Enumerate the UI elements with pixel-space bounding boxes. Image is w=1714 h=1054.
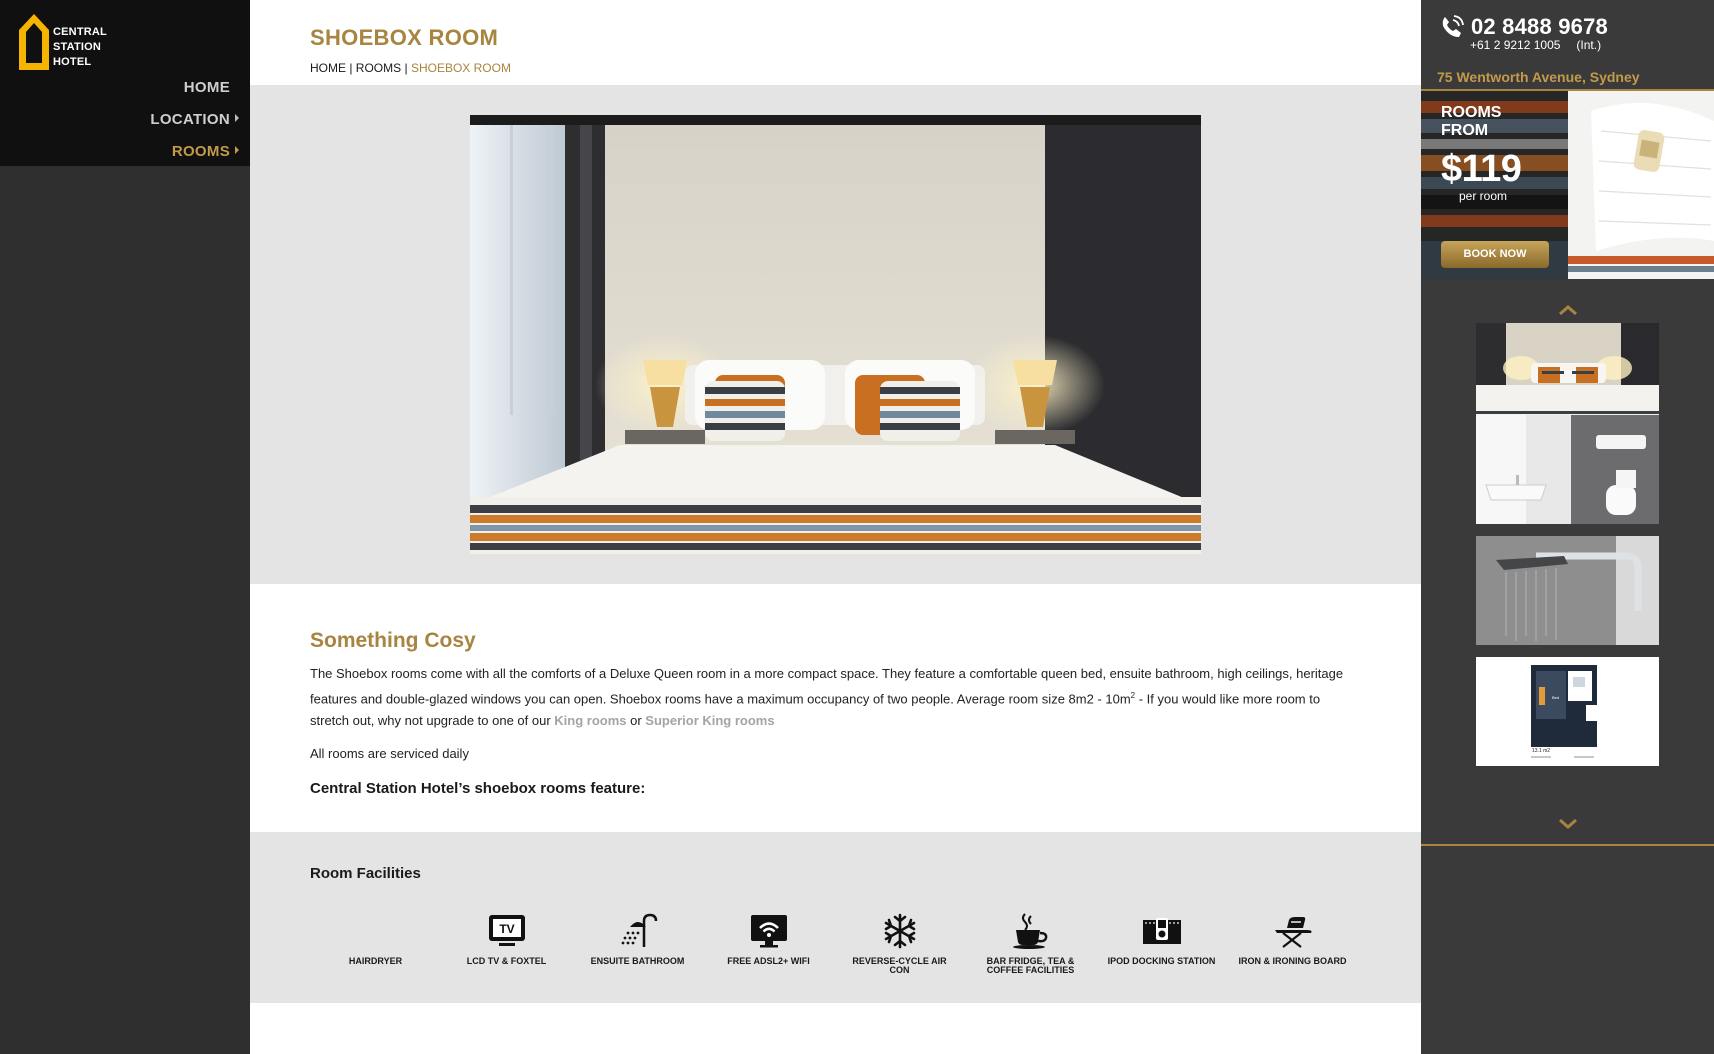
snowflake-icon xyxy=(834,907,965,955)
book-now-button[interactable]: BOOK NOW xyxy=(1441,241,1549,268)
price: $119 xyxy=(1441,148,1522,190)
rooms-from-label: ROOMS FROM xyxy=(1441,104,1502,139)
chevron-down-icon xyxy=(1559,818,1577,829)
serviced-note: All rooms are serviced daily xyxy=(310,746,469,762)
floorplan-room-label: Bed xyxy=(1552,695,1559,700)
price-unit: per room xyxy=(1459,189,1508,203)
price-promo: ROOMS FROM $119 per room BOOK NOW xyxy=(1421,91,1714,279)
coffee-cup-icon xyxy=(965,907,1096,955)
gallery-down-button[interactable] xyxy=(1557,816,1579,832)
gallery-up-button[interactable] xyxy=(1557,302,1579,318)
description-paragraph: The Shoebox rooms come with all the comf… xyxy=(310,666,1344,729)
floorplan-area: 13.1 m2 xyxy=(1532,748,1550,754)
promo-text: ROOMS FROM $119 per room xyxy=(1441,104,1531,203)
page-header: SHOEBOX ROOM HOME | ROOMS | SHOEBOX ROOM xyxy=(250,0,1421,85)
ipod-dock-icon xyxy=(1096,907,1227,955)
phone-number[interactable]: 02 8488 9678 xyxy=(1471,14,1608,40)
chevron-right-icon xyxy=(235,114,239,122)
svg-text:TV: TV xyxy=(499,922,514,936)
divider xyxy=(1421,844,1714,846)
chevron-up-icon xyxy=(1559,305,1577,316)
main-content: SHOEBOX ROOM HOME | ROOMS | SHOEBOX ROOM xyxy=(250,0,1421,1054)
gallery-thumb-shower[interactable] xyxy=(1476,536,1659,645)
facilities-heading: Room Facilities xyxy=(310,865,421,882)
gallery-thumb-bathroom[interactable] xyxy=(1476,415,1659,524)
shower-icon xyxy=(572,907,703,955)
chevron-right-icon xyxy=(235,146,239,154)
page-title: SHOEBOX ROOM xyxy=(310,25,499,50)
logo-text: CENTRAL STATION HOTEL xyxy=(53,26,107,68)
hairdryer-icon xyxy=(310,907,441,955)
facility-iron: IRON & IRONING BOARD xyxy=(1227,907,1358,966)
breadcrumb-separator: | xyxy=(401,61,411,75)
wifi-monitor-icon xyxy=(703,907,834,955)
facility-aircon: REVERSE-CYCLE AIR CON xyxy=(834,907,965,975)
breadcrumb-separator: | xyxy=(346,61,356,75)
nav-rooms[interactable]: ROOMS xyxy=(150,141,239,173)
facility-fridge-tea: BAR FRIDGE, TEA & COFFEE FACILITIES xyxy=(965,907,1096,975)
facility-ipod: IPOD DOCKING STATION xyxy=(1096,907,1227,966)
breadcrumb-current: SHOEBOX ROOM xyxy=(410,61,511,75)
features-heading: Central Station Hotel’s shoebox rooms fe… xyxy=(310,780,646,798)
king-rooms-link[interactable]: King rooms xyxy=(554,713,626,728)
nav-home[interactable]: HOME xyxy=(150,77,239,109)
superior-king-rooms-link[interactable]: Superior King rooms xyxy=(645,713,774,728)
tv-icon: TV xyxy=(441,907,572,955)
room-description: Something Cosy The Shoebox rooms come wi… xyxy=(250,584,1421,832)
facility-wifi: FREE ADSL2+ WIFI xyxy=(703,907,834,966)
facility-bathroom: ENSUITE BATHROOM xyxy=(572,907,703,966)
room-photo xyxy=(470,115,1201,554)
hotel-address: 75 Wentworth Avenue, Sydney xyxy=(1437,69,1640,85)
right-sidebar: 02 8488 9678 +61 2 9212 1005 (Int.) 75 We… xyxy=(1421,0,1714,1054)
hotel-logo[interactable]: CENTRAL STATION HOTEL xyxy=(18,13,107,71)
hero-section xyxy=(250,85,1421,584)
contact-phone: 02 8488 9678 +61 2 9212 1005 (Int.) xyxy=(1439,14,1608,52)
facilities-list: HAIRDRYER TV LCD TV & FOXTEL ENSUITE BAT… xyxy=(310,907,1421,987)
intl-phone: +61 2 9212 1005 (Int.) xyxy=(1470,38,1602,52)
breadcrumb: HOME | ROOMS | SHOEBOX ROOM xyxy=(310,61,1421,75)
gallery-thumb-floorplan[interactable]: Bed 13.1 m2 xyxy=(1476,657,1659,766)
room-facilities: Room Facilities HAIRDRYER TV LCD TV & FO… xyxy=(250,832,1421,1003)
main-nav: HOME LOCATION ROOMS xyxy=(150,77,239,173)
facility-tv: TV LCD TV & FOXTEL xyxy=(441,907,572,966)
left-header: CENTRAL STATION HOTEL HOME LOCATION ROOM… xyxy=(0,0,250,166)
logo-house-icon xyxy=(19,14,49,70)
phone-icon xyxy=(1442,15,1464,37)
facility-hairdryer: HAIRDRYER xyxy=(310,907,441,966)
section-heading: Something Cosy xyxy=(310,629,476,652)
breadcrumb-rooms[interactable]: ROOMS xyxy=(356,61,401,75)
nav-location[interactable]: LOCATION xyxy=(150,109,239,141)
breadcrumb-home[interactable]: HOME xyxy=(310,61,346,75)
left-sidebar: CENTRAL STATION HOTEL HOME LOCATION ROOM… xyxy=(0,0,250,1054)
iron-icon xyxy=(1227,907,1358,955)
